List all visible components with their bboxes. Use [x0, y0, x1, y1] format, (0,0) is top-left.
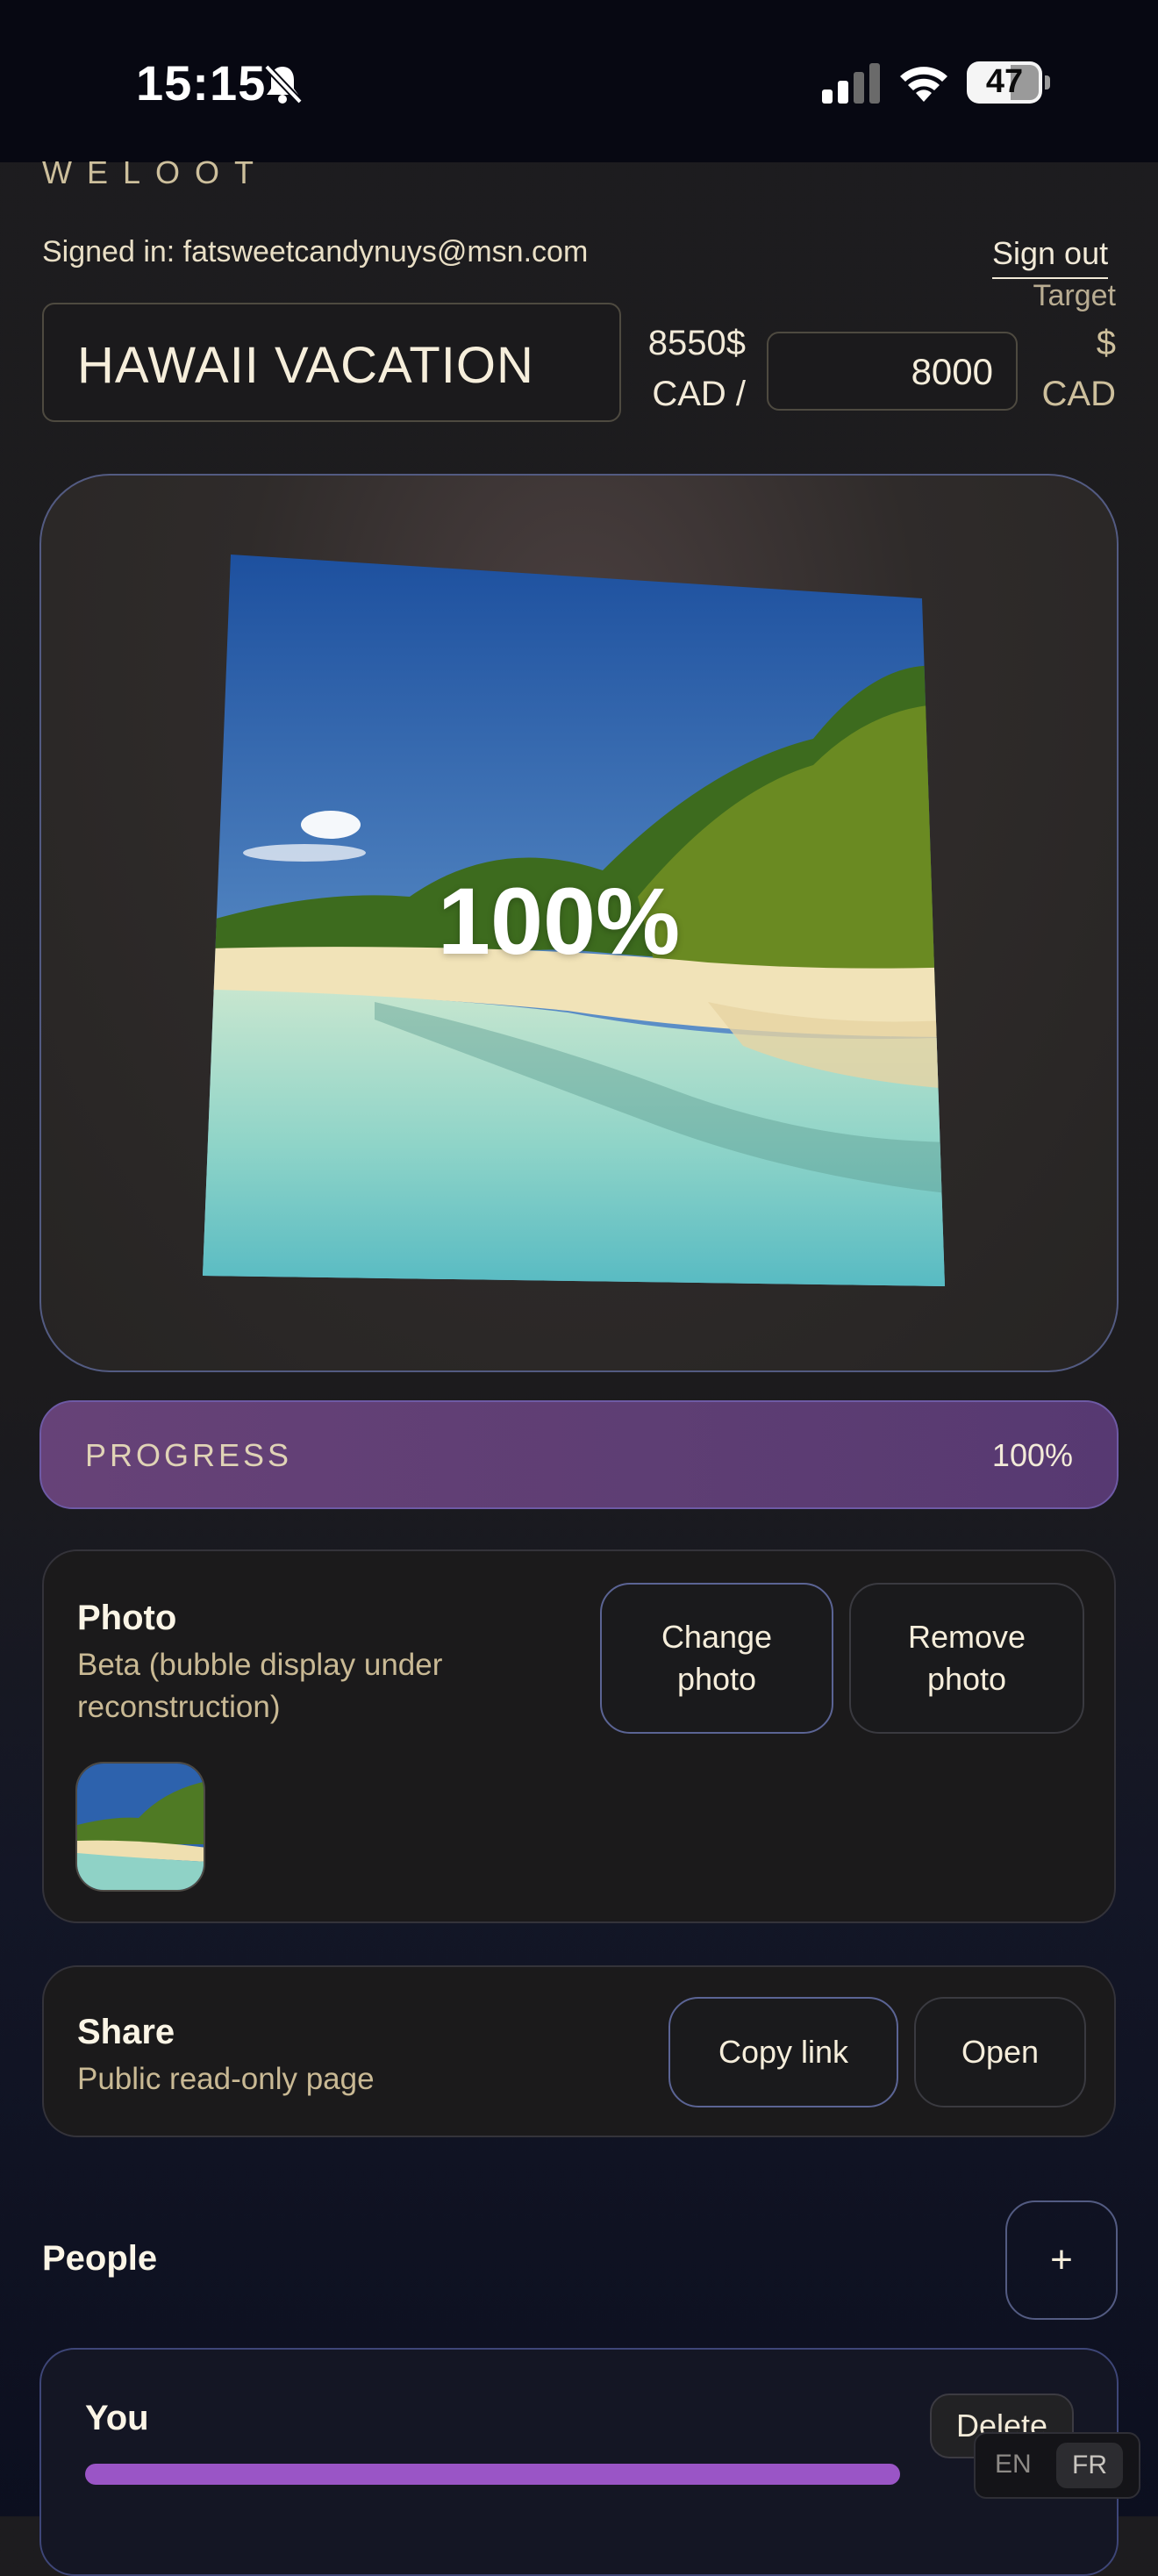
- remove-photo-label-2: photo: [926, 1661, 1007, 1697]
- current-amount-currency: CAD /: [652, 375, 746, 413]
- person-progress-bar: [85, 2464, 900, 2485]
- current-amount-value: 8550$: [647, 324, 746, 362]
- signed-in-text: Signed in: fatsweetcandynuys@msn.com: [42, 235, 589, 268]
- change-photo-button[interactable]: Change photo: [600, 1583, 833, 1734]
- signal-icon: [822, 63, 880, 104]
- app-brand: WELOOT: [42, 154, 269, 190]
- people-title: People: [42, 2239, 158, 2278]
- language-en[interactable]: EN: [995, 2450, 1032, 2479]
- share-panel: Share Public read-only page Copy link Op…: [42, 1965, 1116, 2137]
- share-panel-title: Share: [77, 2013, 175, 2051]
- sign-out-link[interactable]: Sign out: [992, 235, 1109, 279]
- photo-panel-subtitle: Beta (bubble display under reconstructio…: [77, 1648, 443, 1724]
- copy-link-button[interactable]: Copy link: [668, 1997, 898, 2107]
- target-currency: $ CAD: [1042, 318, 1116, 419]
- battery-level: 47: [985, 63, 1024, 100]
- battery-icon: 47: [967, 61, 1051, 105]
- bell-slash-icon: [264, 64, 303, 104]
- target-value: 8000: [911, 351, 993, 392]
- target-currency-code: CAD: [1041, 375, 1116, 413]
- goal-photo-card: 100%: [39, 474, 1119, 1372]
- photo-thumbnail[interactable]: [75, 1762, 205, 1892]
- change-photo-label-1: Change: [661, 1619, 773, 1655]
- person-name: You: [85, 2399, 149, 2437]
- language-fr[interactable]: FR: [1056, 2443, 1123, 2488]
- progress-value: 100%: [991, 1437, 1073, 1473]
- target-label: Target: [1033, 279, 1117, 312]
- status-bar: 15:15 47: [0, 0, 1158, 162]
- remove-photo-button[interactable]: Remove photo: [849, 1583, 1084, 1734]
- progress-label: PROGRESS: [85, 1437, 293, 1473]
- wifi-icon: [900, 67, 947, 102]
- open-button[interactable]: Open: [914, 1997, 1086, 2107]
- person-card: You: [39, 2348, 1119, 2576]
- photo-progress-percent: 100%: [437, 868, 681, 974]
- language-switcher: EN FR: [974, 2432, 1140, 2499]
- remove-photo-label-1: Remove: [907, 1619, 1026, 1655]
- change-photo-label-2: photo: [676, 1661, 757, 1697]
- goal-name-value: HAWAII VACATION: [77, 337, 534, 394]
- current-amount: 8550$ CAD /: [614, 318, 746, 419]
- photo-panel-title: Photo: [77, 1599, 177, 1637]
- share-panel-subtitle: Public read-only page: [77, 2062, 375, 2096]
- target-currency-symbol: $: [1096, 324, 1116, 362]
- target-input[interactable]: 8000: [767, 332, 1018, 411]
- add-person-button[interactable]: +: [1005, 2200, 1118, 2320]
- status-time: 15:15: [136, 55, 267, 111]
- beach-thumbnail-image: [77, 1764, 204, 1890]
- photo-panel: Photo Beta (bubble display under reconst…: [42, 1549, 1116, 1923]
- goal-name-input[interactable]: HAWAII VACATION: [42, 303, 621, 422]
- progress-bar: PROGRESS 100%: [39, 1400, 1119, 1509]
